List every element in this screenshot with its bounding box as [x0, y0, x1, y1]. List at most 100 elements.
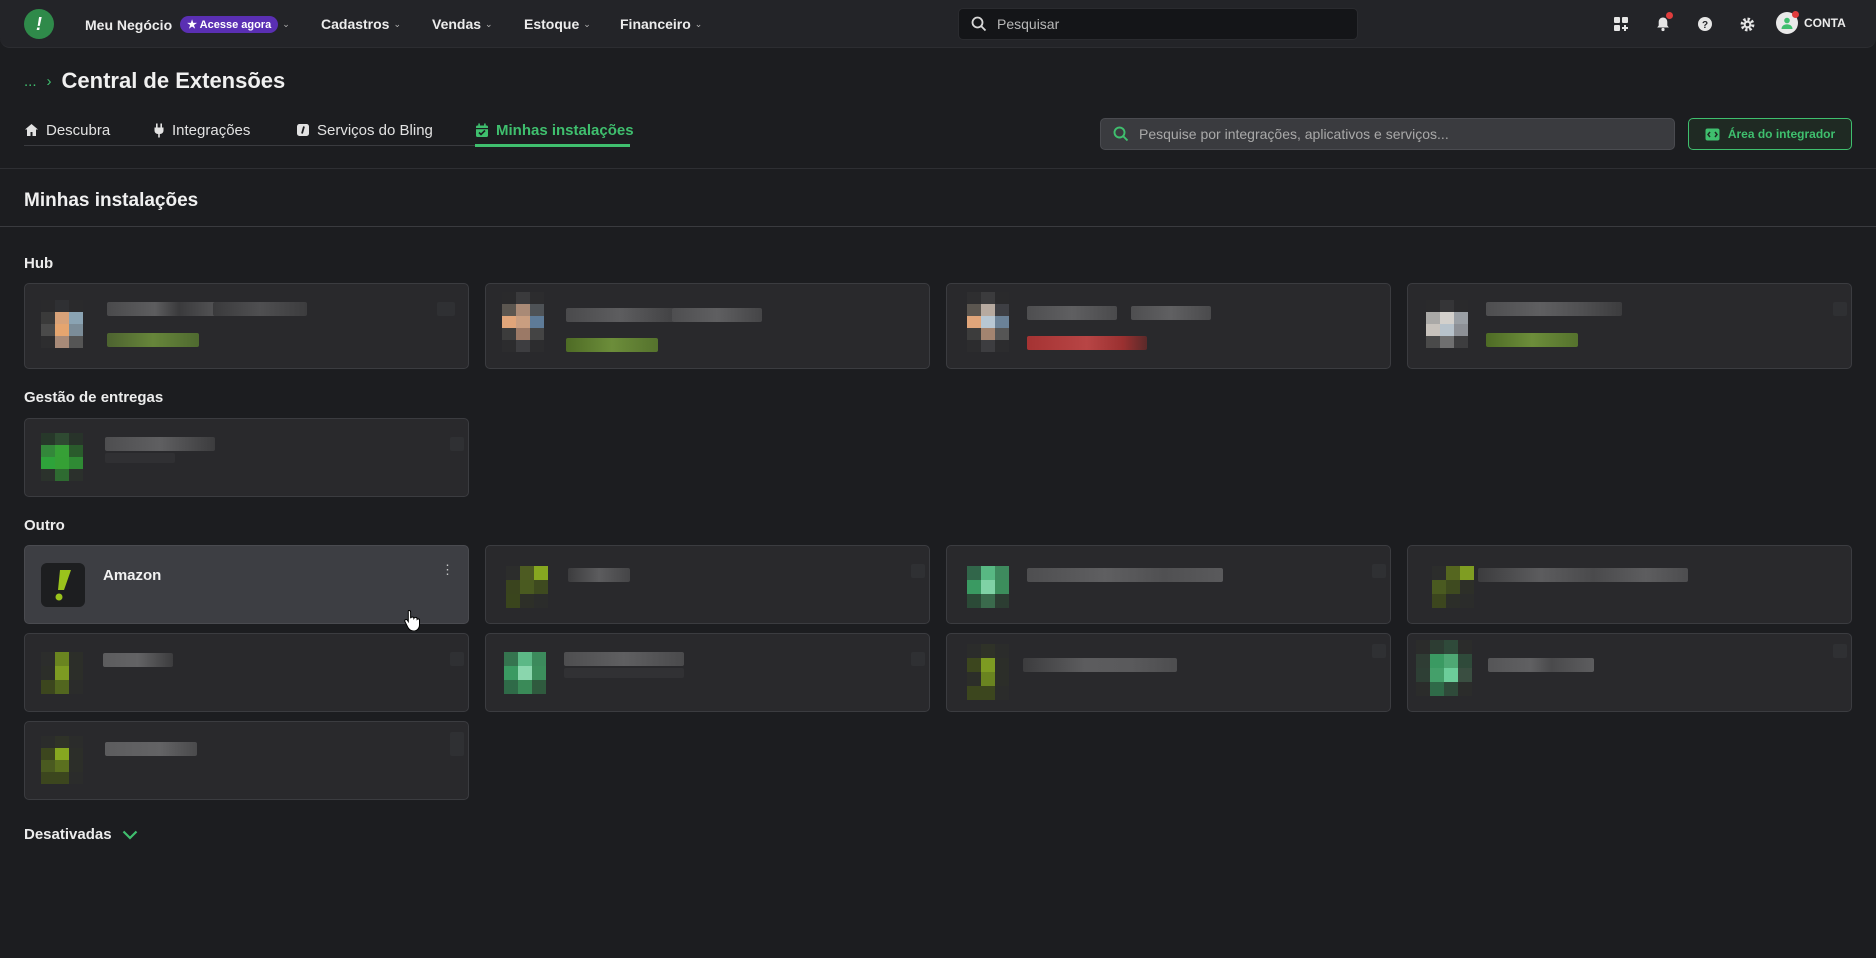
search-icon: [1113, 126, 1129, 142]
extension-desc-blurred: [105, 453, 175, 463]
card-menu-blurred: [450, 652, 464, 666]
card-menu-blurred: [1833, 302, 1847, 316]
card-menu-blurred: [450, 732, 464, 756]
extension-card[interactable]: [946, 545, 1391, 624]
menu-estoque[interactable]: Estoque ⌄: [524, 16, 591, 32]
header-divider: [0, 168, 1876, 169]
gear-icon[interactable]: [1737, 14, 1757, 34]
disabled-section-label: Desativadas: [24, 826, 112, 843]
chevron-down-icon: ⌄: [583, 18, 591, 29]
extension-name-blurred: [568, 568, 630, 582]
avatar: [1776, 11, 1799, 34]
tab-minhas-instalacoes[interactable]: Minhas instalações: [475, 116, 634, 144]
card-menu-blurred: [911, 564, 925, 578]
tab-servicos-bling[interactable]: Serviços do Bling: [296, 116, 433, 144]
extension-card[interactable]: [485, 633, 930, 712]
extension-name-blurred: [1027, 568, 1223, 582]
kebab-menu-icon[interactable]: ⋮: [441, 563, 454, 576]
extension-search[interactable]: [1100, 118, 1675, 150]
tab-descubra[interactable]: Descubra: [24, 116, 110, 144]
menu-estoque-label: Estoque: [524, 16, 580, 32]
extension-name-blurred: [1027, 306, 1117, 320]
extension-card[interactable]: [24, 418, 469, 497]
extension-logo-blurred: [1426, 300, 1468, 348]
group-title-gestao-entregas: Gestão de entregas: [24, 389, 164, 406]
top-navigation-bar: ! Meu Negócio ★ Acesse agora ⌄ Cadastros…: [0, 0, 1876, 48]
chevron-down-icon: ⌄: [694, 18, 703, 29]
breadcrumb: ... › Central de Extensões: [24, 68, 285, 94]
menu-financeiro-label: Financeiro: [620, 16, 691, 32]
apps-icon[interactable]: [1611, 14, 1631, 34]
extension-name-blurred: [1131, 306, 1211, 320]
menu-vendas-label: Vendas: [432, 16, 482, 32]
tab-minhas-instalacoes-label: Minhas instalações: [496, 121, 634, 139]
card-menu-blurred: [450, 437, 464, 451]
bling-exclamation-icon: [55, 570, 71, 601]
extension-card[interactable]: [1407, 283, 1852, 369]
extension-logo-blurred: [41, 300, 83, 348]
integrator-area-button[interactable]: Área do integrador: [1688, 118, 1852, 150]
extension-name-blurred: [672, 308, 762, 322]
extension-card[interactable]: [946, 283, 1391, 369]
chevron-down-icon: [122, 830, 137, 840]
extension-name-blurred: [213, 302, 307, 316]
extension-logo-blurred: [41, 433, 83, 481]
amazon-extension-logo: [41, 563, 85, 607]
bell-icon[interactable]: [1653, 12, 1673, 34]
extension-name-blurred: [1478, 568, 1688, 582]
integrator-area-label: Área do integrador: [1727, 127, 1836, 141]
extension-logo-blurred: [1432, 566, 1474, 608]
business-menu-label: Meu Negócio: [85, 16, 173, 33]
menu-financeiro[interactable]: Financeiro ⌄: [620, 16, 702, 32]
promo-badge[interactable]: ★ Acesse agora: [180, 16, 279, 33]
help-icon[interactable]: ?: [1695, 14, 1715, 34]
business-menu[interactable]: Meu Negócio ★ Acesse agora ⌄: [85, 16, 290, 33]
card-menu-blurred: [1833, 644, 1847, 658]
home-icon: [25, 124, 38, 136]
extension-card[interactable]: [485, 283, 930, 369]
tab-integracoes[interactable]: Integrações: [153, 116, 250, 144]
extension-card[interactable]: [1407, 633, 1852, 712]
breadcrumb-more[interactable]: ...: [24, 73, 37, 90]
extension-logo-blurred: [502, 292, 544, 352]
account-menu[interactable]: CONTA: [1776, 11, 1846, 34]
promo-badge-label: Acesse agora: [199, 19, 272, 31]
notification-dot: [1666, 12, 1673, 19]
bling-logo[interactable]: !: [24, 9, 54, 39]
extension-name-blurred: [566, 308, 674, 322]
star-icon: ★: [187, 19, 197, 31]
breadcrumb-separator: ›: [46, 72, 52, 90]
menu-cadastros[interactable]: Cadastros ⌄: [321, 16, 401, 32]
extension-tabs: Descubra Integrações Serviços do Bling M…: [24, 114, 634, 147]
extension-search-input[interactable]: [1139, 126, 1669, 142]
extension-logo-blurred: [41, 736, 83, 784]
extension-card[interactable]: [946, 633, 1391, 712]
extension-name-blurred: [564, 652, 684, 666]
extension-name-blurred: [107, 302, 227, 316]
group-title-hub: Hub: [24, 255, 54, 272]
menu-vendas[interactable]: Vendas ⌄: [432, 16, 493, 32]
global-search[interactable]: [958, 8, 1358, 40]
card-menu-blurred: [911, 652, 925, 666]
account-alert-dot: [1792, 11, 1799, 18]
extension-card[interactable]: [485, 545, 930, 624]
calendar-check-icon: [476, 123, 488, 137]
account-label: CONTA: [1804, 16, 1846, 30]
status-badge-blurred: [1486, 333, 1578, 347]
disabled-section-toggle[interactable]: Desativadas: [24, 826, 138, 843]
extension-name-blurred: [105, 742, 197, 756]
extension-card[interactable]: [24, 633, 469, 712]
section-heading: Minhas instalações: [24, 190, 199, 211]
extension-name-blurred: [1488, 658, 1594, 672]
extension-logo-blurred: [1416, 640, 1472, 696]
global-search-input[interactable]: [997, 16, 1337, 32]
extension-logo-blurred: [967, 566, 1009, 608]
status-badge-blurred: [566, 338, 658, 352]
extension-card[interactable]: [24, 721, 469, 800]
extension-card[interactable]: [1407, 545, 1852, 624]
extension-card[interactable]: [24, 283, 469, 369]
svg-text:?: ?: [1702, 20, 1708, 31]
extension-desc-blurred: [564, 668, 684, 678]
extension-name-blurred: [103, 653, 173, 667]
extension-card-amazon[interactable]: Amazon ⋮: [24, 545, 469, 624]
